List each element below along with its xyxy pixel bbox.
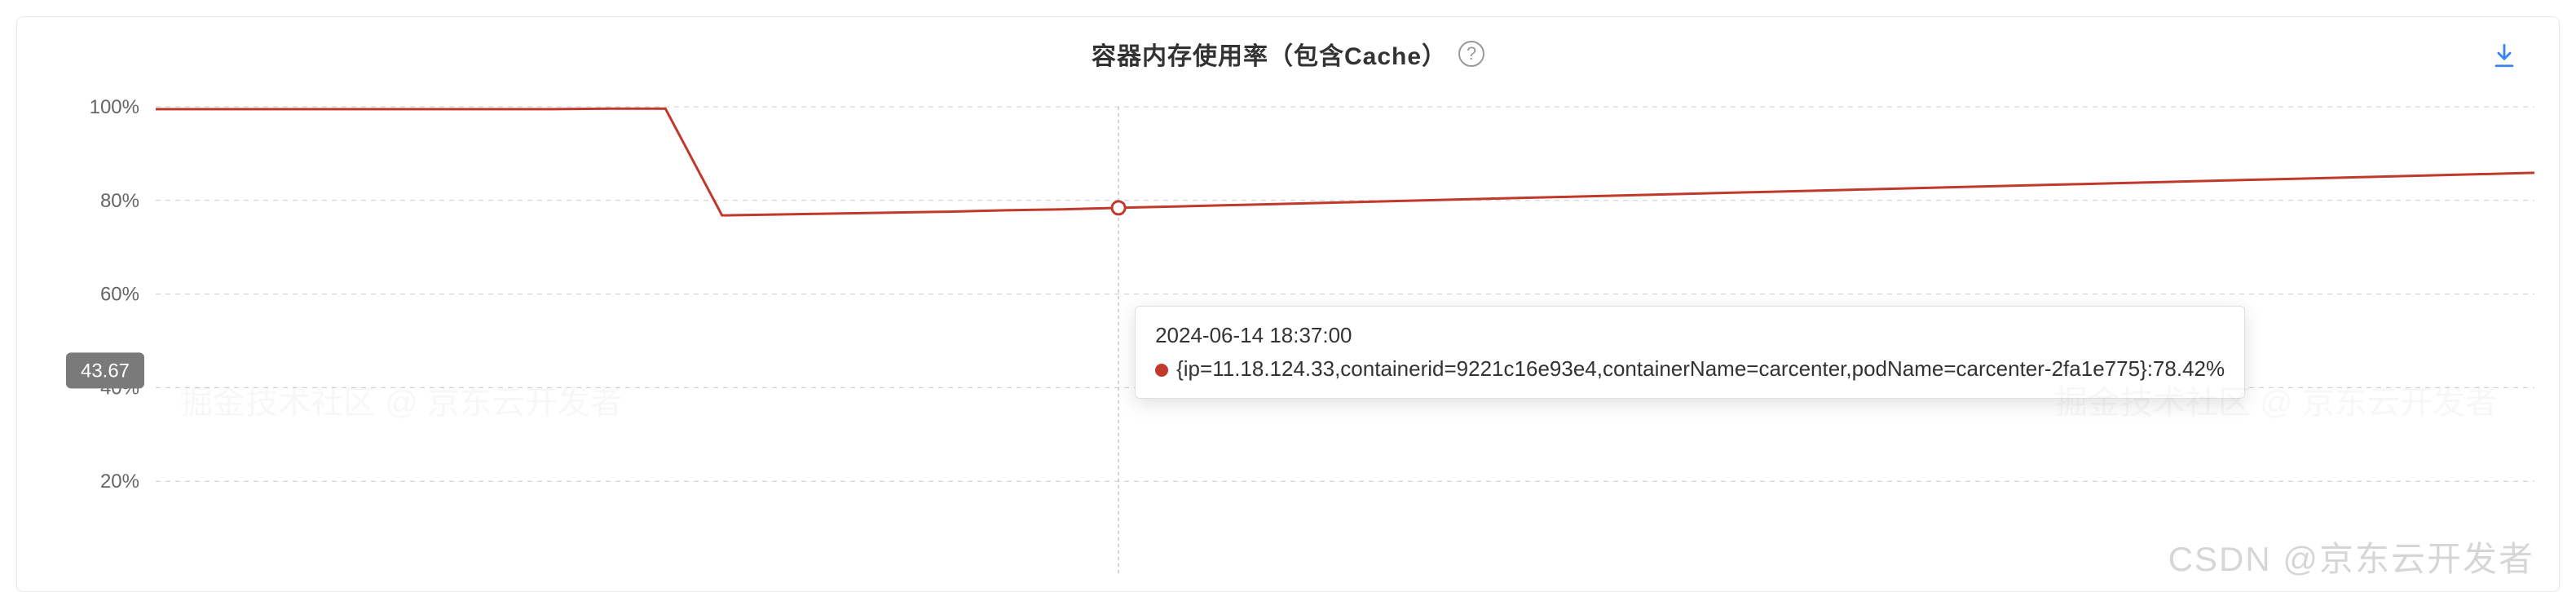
series-color-dot [1155, 364, 1168, 377]
download-icon[interactable] [2490, 42, 2518, 69]
tooltip-series-row: {ip=11.18.124.33,containerid=9221c16e93e… [1155, 356, 2225, 382]
tooltip-series-text: {ip=11.18.124.33,containerid=9221c16e93e… [1176, 356, 2225, 381]
svg-text:80%: 80% [100, 190, 139, 212]
chart-title: 容器内存使用率（包含Cache） [1092, 36, 1447, 72]
chart-card: 容器内存使用率（包含Cache） ? 20%40%60%80%100%43.67… [16, 16, 2560, 592]
tooltip-timestamp: 2024-06-14 18:37:00 [1155, 323, 2225, 348]
svg-text:20%: 20% [100, 471, 139, 493]
svg-text:100%: 100% [90, 96, 139, 118]
svg-text:60%: 60% [100, 284, 139, 306]
svg-text:43.67: 43.67 [81, 360, 130, 382]
chart-header: 容器内存使用率（包含Cache） ? [17, 17, 2559, 91]
chart-tooltip: 2024-06-14 18:37:00 {ip=11.18.124.33,con… [1135, 306, 2245, 399]
help-icon[interactable]: ? [1458, 41, 1484, 67]
chart-plot[interactable]: 20%40%60%80%100%43.67 2024-06-14 18:37:0… [17, 91, 2559, 591]
